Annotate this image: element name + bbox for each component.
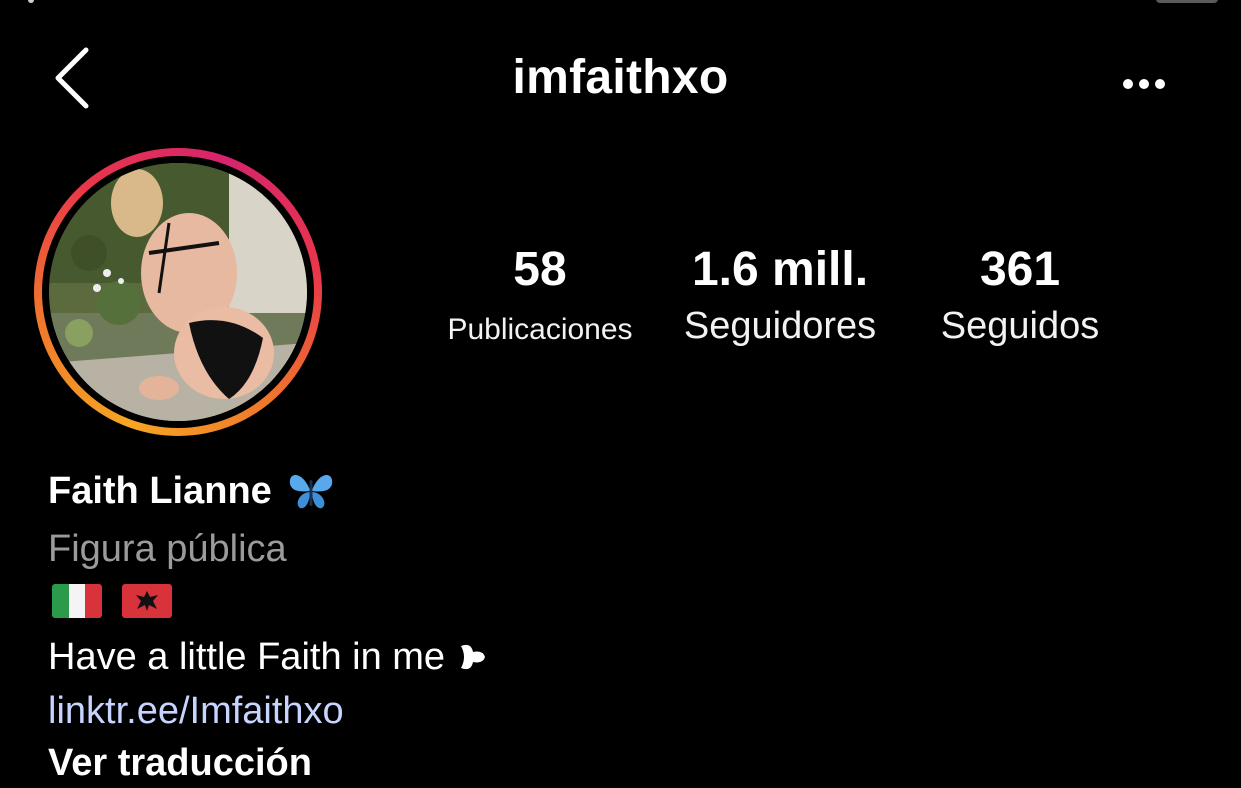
full-name-text: Faith Lianne <box>48 469 272 512</box>
profile-avatar[interactable] <box>49 163 307 421</box>
story-ring <box>34 148 322 436</box>
butterfly-icon <box>289 474 332 509</box>
following-value: 361 <box>979 243 1061 296</box>
heart-icon <box>461 644 486 670</box>
posts-value: 58 <box>513 243 567 296</box>
followers-label: Seguidores <box>683 305 877 347</box>
italy-flag-icon <box>52 584 102 618</box>
profile-category: Figura pública <box>48 528 287 570</box>
profile-full-name: Faith Lianne <box>48 466 334 516</box>
followers-count[interactable]: 1.6 mill. Seguidores <box>668 242 892 352</box>
flag-emojis <box>52 584 172 618</box>
ellipsis-icon <box>1123 79 1165 89</box>
bio-link[interactable]: linktr.ee/Imfaithxo <box>48 686 344 736</box>
battery-icon <box>1156 0 1218 3</box>
avatar-photo <box>49 163 307 421</box>
signal-icon <box>28 0 34 3</box>
bio-description-text: Have a little Faith in me <box>48 636 446 678</box>
posts-count[interactable]: 58 Publicaciones <box>430 242 650 356</box>
posts-label: Publicaciones <box>447 313 633 346</box>
albania-flag-icon <box>122 584 172 618</box>
status-bar <box>0 0 1241 6</box>
profile-username: imfaithxo <box>512 51 729 104</box>
bio-description: Have a little Faith in me <box>48 632 487 682</box>
following-count[interactable]: 361 Seguidos <box>916 242 1124 352</box>
more-options-button[interactable] <box>1110 62 1182 106</box>
following-label: Seguidos <box>940 305 1100 347</box>
translation-link-partial[interactable]: Ver traducción <box>48 738 312 788</box>
followers-value: 1.6 mill. <box>691 243 869 296</box>
